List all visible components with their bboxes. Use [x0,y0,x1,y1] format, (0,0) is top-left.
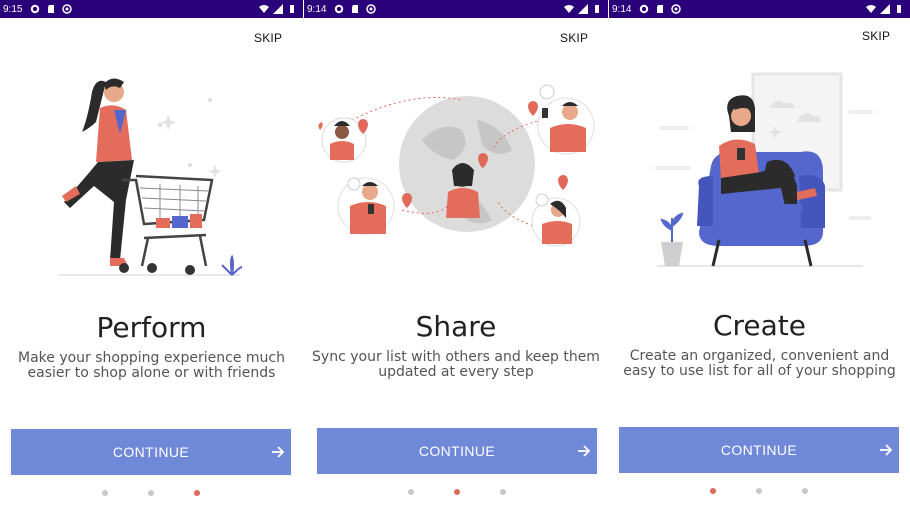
continue-button-label: CONTINUE [112,444,190,460]
arrow-right-icon [578,445,591,457]
description-line-2: updated at every step [378,364,534,380]
signal-icon [578,4,588,14]
sd-card-icon [352,5,359,13]
onboarding-screen-create: 9:14 SKIP Create Create an organized, co… [609,0,910,513]
wifi-icon [866,5,876,13]
onboarding-screen-share: 9:14 SKIP Share Sync your list with othe… [304,0,608,513]
page-dot-1 [408,489,414,495]
status-time: 9:14 [612,3,632,15]
page-indicator [408,489,506,495]
notification-icon [671,4,682,14]
description-line-1: Create an organized, convenient and [629,348,890,364]
continue-button-label: CONTINUE [720,442,798,458]
settings-icon [31,4,40,14]
signal-icon [880,4,890,14]
wifi-icon [564,5,574,13]
battery-icon [897,5,901,13]
page-dot-3-active [194,490,200,496]
page-dot-2 [756,488,762,494]
page-dot-2-active [454,489,460,495]
page-indicator [710,488,808,494]
battery-icon [595,5,599,13]
page-title: Create [712,309,807,342]
skip-button[interactable]: SKIP [560,31,588,45]
sd-card-icon [657,5,664,13]
continue-button[interactable]: CONTINUE [317,428,597,474]
page-title: Perform [96,311,207,344]
onboarding-screen-perform: 9:15 SKIP Perform Make your shopping exp… [0,0,303,513]
armchair-illustration [655,72,873,267]
page-dot-3 [802,488,808,494]
skip-button[interactable]: SKIP [254,31,282,45]
continue-button-label: CONTINUE [418,443,496,459]
description-line-1: Sync your list with others and keep them [312,349,600,365]
status-bar: 9:15 [0,0,303,18]
shopping-cart-illustration [58,78,243,276]
description-line-2: easier to shop alone or with friends [27,365,276,381]
status-bar: 9:14 [304,0,608,18]
page-dot-1-active [710,488,716,494]
share-globe-illustration [318,84,595,247]
signal-icon [273,4,283,14]
arrow-right-icon [272,446,285,458]
page-dot-2 [148,490,154,496]
notification-icon [62,4,73,14]
continue-button[interactable]: CONTINUE [11,429,291,475]
description-line-2: easy to use list for all of your shoppin… [623,363,896,379]
page-indicator [102,490,200,496]
status-time: 9:15 [3,3,23,15]
page-dot-3 [500,489,506,495]
status-bar: 9:14 [609,0,910,18]
status-time: 9:14 [307,3,327,15]
notification-icon [366,4,377,14]
sd-card-icon [48,5,55,13]
page-dot-1 [102,490,108,496]
page-title: Share [415,310,497,343]
settings-icon [335,4,344,14]
arrow-right-icon [880,444,893,456]
settings-icon [640,4,649,14]
battery-icon [290,5,294,13]
continue-button[interactable]: CONTINUE [619,427,899,473]
wifi-icon [259,5,269,13]
description-line-1: Make your shopping experience much [18,350,285,366]
skip-button[interactable]: SKIP [862,29,890,43]
